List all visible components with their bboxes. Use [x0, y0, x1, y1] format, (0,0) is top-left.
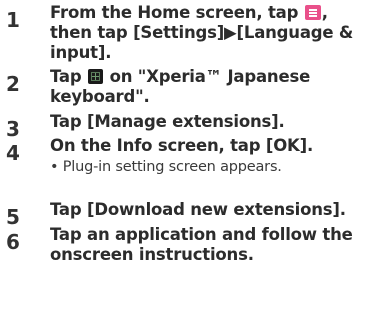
step-text: Tap an application and follow the onscre… [50, 225, 353, 264]
step-text: Tap [Manage extensions]. [50, 112, 285, 131]
step-text: Tap [Download new extensions]. [50, 200, 346, 219]
step-text: Tap on "Xperia™ Japanese keyboard". [50, 67, 311, 106]
step-number: 3 [6, 117, 20, 141]
step-text: From the Home screen, tap , then tap [Se… [50, 3, 354, 62]
step-number: 4 [6, 141, 20, 165]
step-note: • Plug-in setting screen appears. [50, 159, 282, 175]
step-number: 5 [6, 205, 20, 229]
menu-icon [304, 5, 321, 20]
settings-icon [88, 69, 104, 84]
step-number: 6 [6, 230, 20, 254]
step-text: On the Info screen, tap [OK]. • Plug-in … [50, 136, 366, 176]
step-number: 1 [6, 8, 20, 32]
instruction-steps: 1 From the Home screen, tap , then tap [… [0, 0, 369, 333]
step-number: 2 [6, 72, 20, 96]
